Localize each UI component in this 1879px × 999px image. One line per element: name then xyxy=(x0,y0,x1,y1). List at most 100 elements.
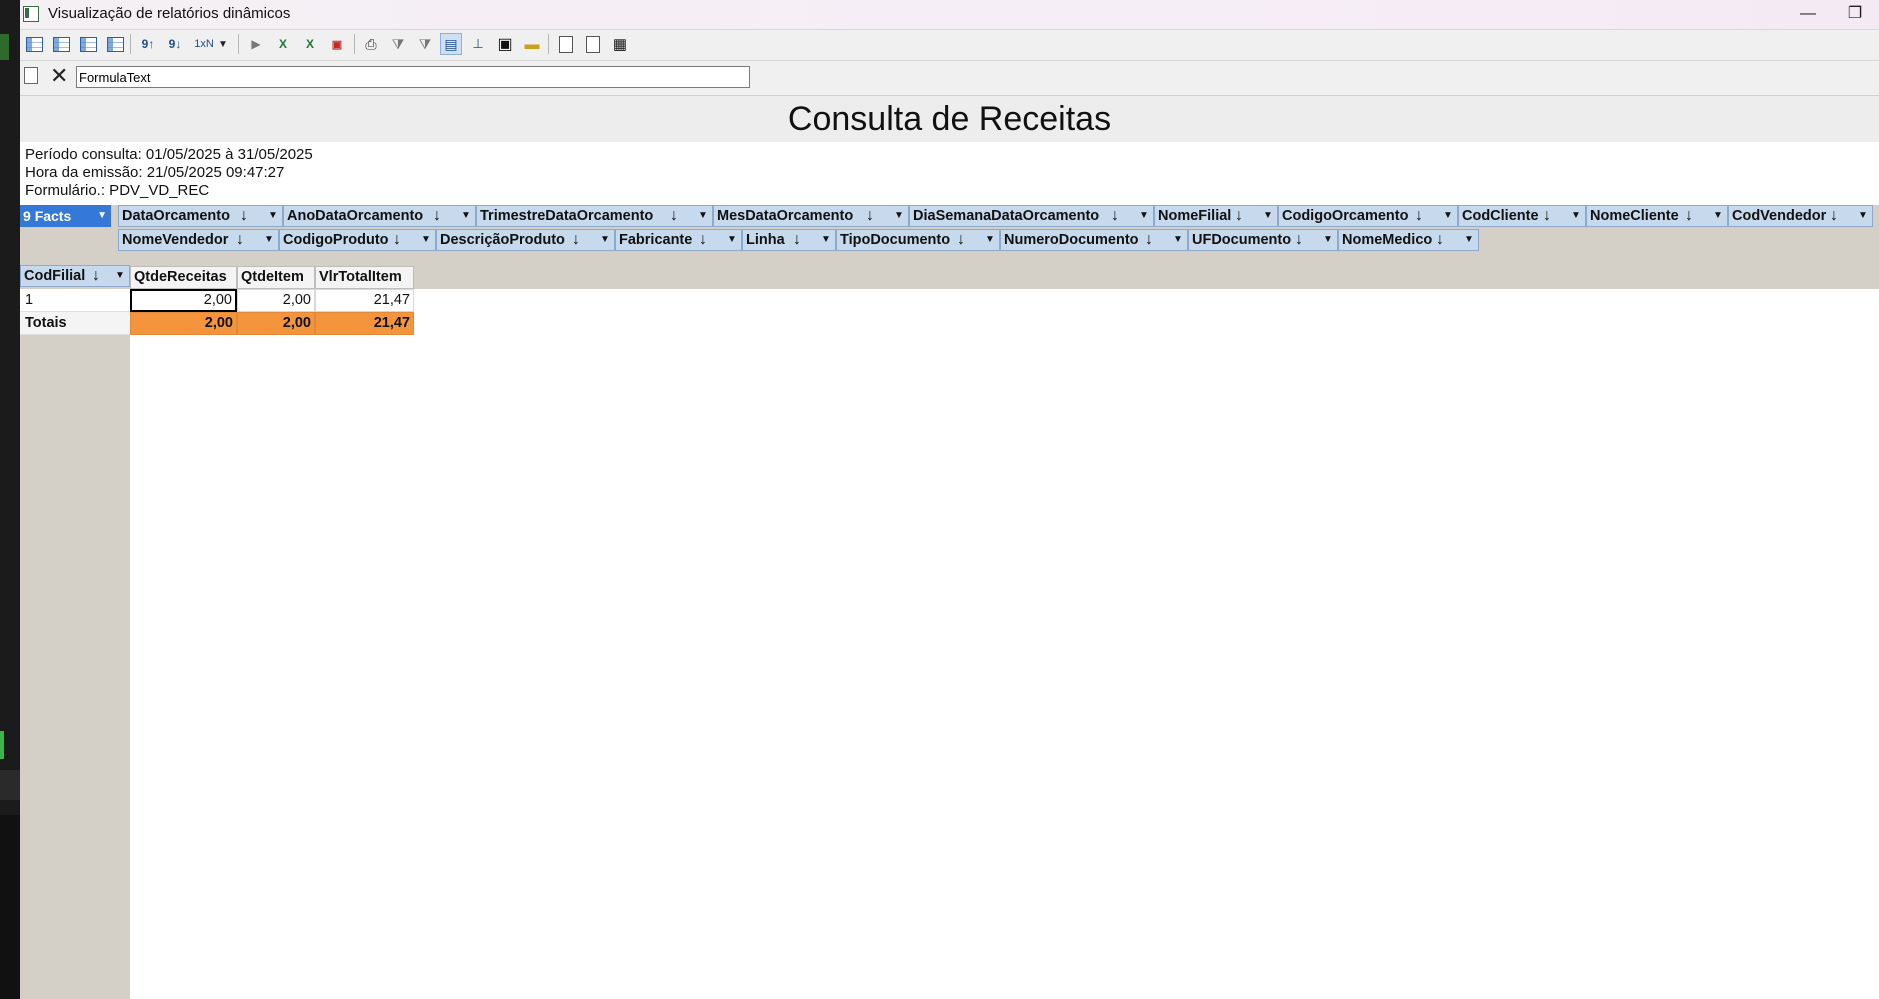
filter-field-trimestredataorcamento[interactable]: TrimestreDataOrcamento ↓ ▼ xyxy=(476,205,713,227)
filter-field-codigoorcamento[interactable]: CodigoOrcamento ↓ ▼ xyxy=(1278,205,1458,227)
minimize-button[interactable]: — xyxy=(1785,0,1831,29)
filter-field-nomemedico[interactable]: NomeMedico ↓ ▼ xyxy=(1338,229,1479,251)
facts-button[interactable]: 9 Facts ▼ xyxy=(20,205,111,227)
dropdown-arrow-icon[interactable]: ▼ xyxy=(1173,230,1183,250)
sort-arrow-icon[interactable]: ↓ xyxy=(572,230,580,250)
formula-input[interactable] xyxy=(76,66,750,88)
filter-field-ufdocumento[interactable]: UFDocumento ↓ ▼ xyxy=(1188,229,1338,251)
total-cell[interactable]: 2,00 xyxy=(130,312,237,335)
grid-report-icon[interactable] xyxy=(50,33,72,55)
tree-icon[interactable]: ⊥ xyxy=(467,33,489,55)
data-cell[interactable]: 2,00 xyxy=(237,289,315,312)
dropdown-arrow-icon[interactable]: ▼ xyxy=(268,206,278,226)
dropdown-arrow-icon[interactable]: ▼ xyxy=(1139,206,1149,226)
dropdown-arrow-icon[interactable]: ▼ xyxy=(421,230,431,250)
sort-arrow-icon[interactable]: ↓ xyxy=(699,230,707,250)
clipboard-icon[interactable]: ▦ xyxy=(609,33,631,55)
sort-arrow-icon[interactable]: ↓ xyxy=(1415,206,1423,226)
filter-field-descriçãoproduto[interactable]: DescriçãoProduto ↓ ▼ xyxy=(436,229,615,251)
page-icon[interactable] xyxy=(582,33,604,55)
dropdown-arrow-icon[interactable]: ▼ xyxy=(727,230,737,250)
sort-arrow-icon[interactable]: ↓ xyxy=(957,230,965,250)
open-folder-icon[interactable]: ▬ xyxy=(521,33,543,55)
filter-field-codvendedor[interactable]: CodVendedor ↓ ▼ xyxy=(1728,205,1873,227)
page-icon[interactable] xyxy=(555,33,577,55)
filter-field-fabricante[interactable]: Fabricante ↓ ▼ xyxy=(615,229,742,251)
dropdown-arrow-icon[interactable]: ▼ xyxy=(821,230,831,250)
pdf-export-icon[interactable]: ▣ xyxy=(326,33,348,55)
filter-field-tipodocumento[interactable]: TipoDocumento ↓ ▼ xyxy=(836,229,1000,251)
filter-field-mesdataorcamento[interactable]: MesDataOrcamento ↓ ▼ xyxy=(713,205,909,227)
dropdown-arrow-icon[interactable]: ▼ xyxy=(1323,230,1333,250)
row-label[interactable]: 1 xyxy=(20,289,130,312)
dropdown-arrow-icon[interactable]: ▼ xyxy=(1858,206,1868,226)
excel-export-icon[interactable]: X xyxy=(272,33,294,55)
data-cell[interactable]: 2,00 xyxy=(130,289,237,312)
dropdown-arrow-icon[interactable]: ▼ xyxy=(985,230,995,250)
filter-icon[interactable]: ⧩ xyxy=(387,33,409,55)
grid-report-icon[interactable] xyxy=(23,33,45,55)
sort-arrow-icon[interactable]: ↓ xyxy=(1111,206,1119,226)
dropdown-arrow-icon[interactable]: ▼ xyxy=(264,230,274,250)
filter-field-codigoproduto[interactable]: CodigoProduto ↓ ▼ xyxy=(279,229,436,251)
export-icon[interactable]: ▶ xyxy=(245,33,267,55)
filter-field-anodataorcamento[interactable]: AnoDataOrcamento ↓ ▼ xyxy=(283,205,476,227)
column-header-qtdeitem[interactable]: QtdeItem xyxy=(237,266,315,289)
filter-field-nomefilial[interactable]: NomeFilial ↓ ▼ xyxy=(1154,205,1278,227)
dropdown-arrow-icon[interactable]: ▼ xyxy=(1713,206,1723,226)
filter-field-codcliente[interactable]: CodCliente ↓ ▼ xyxy=(1458,205,1586,227)
column-header-vlrtotalitem[interactable]: VlrTotalItem xyxy=(315,266,414,289)
sort-arrow-icon[interactable]: ↓ xyxy=(866,206,874,226)
sort-arrow-icon[interactable]: ↓ xyxy=(433,206,441,226)
total-cell[interactable]: 2,00 xyxy=(237,312,315,335)
filter-field-numerodocumento[interactable]: NumeroDocumento ↓ ▼ xyxy=(1000,229,1188,251)
background-app-panel xyxy=(0,770,20,800)
dropdown-arrow-icon[interactable]: ▼ xyxy=(1443,206,1453,226)
close-icon[interactable]: ✕ xyxy=(50,65,68,87)
sort-arrow-icon[interactable]: ↓ xyxy=(1145,230,1153,250)
grid-report-icon[interactable] xyxy=(104,33,126,55)
sort-arrow-icon[interactable]: ↓ xyxy=(92,266,100,286)
dropdown-arrow-icon[interactable]: ▼ xyxy=(1464,230,1474,250)
filter-field-nomevendedor[interactable]: NomeVendedor ↓ ▼ xyxy=(118,229,279,251)
top-n-icon[interactable]: 1xN xyxy=(191,33,217,55)
excel-export-icon[interactable]: X xyxy=(299,33,321,55)
sort-ascending-icon[interactable]: 9↑ xyxy=(137,33,159,55)
dropdown-arrow-icon[interactable]: ▼ xyxy=(216,33,230,55)
layout-icon[interactable]: ▤ xyxy=(440,33,462,55)
sort-arrow-icon[interactable]: ↓ xyxy=(240,206,248,226)
dropdown-arrow-icon[interactable]: ▼ xyxy=(1263,206,1273,226)
sort-arrow-icon[interactable]: ↓ xyxy=(393,230,401,250)
data-cell[interactable]: 21,47 xyxy=(315,289,414,312)
sort-arrow-icon[interactable]: ↓ xyxy=(1830,206,1838,226)
filter-field-nomecliente[interactable]: NomeCliente ↓ ▼ xyxy=(1586,205,1728,227)
sort-arrow-icon[interactable]: ↓ xyxy=(670,206,678,226)
total-cell[interactable]: 21,47 xyxy=(315,312,414,335)
column-header-qtdereceitas[interactable]: QtdeReceitas xyxy=(130,266,237,289)
dropdown-arrow-icon[interactable]: ▼ xyxy=(600,230,610,250)
clear-filter-icon[interactable]: ⧩ xyxy=(414,33,436,55)
sort-arrow-icon[interactable]: ↓ xyxy=(1235,206,1243,226)
filter-field-linha[interactable]: Linha ↓ ▼ xyxy=(742,229,836,251)
sort-arrow-icon[interactable]: ↓ xyxy=(793,230,801,250)
filter-field-diasemanadataorcamento[interactable]: DiaSemanaDataOrcamento ↓ ▼ xyxy=(909,205,1154,227)
sort-arrow-icon[interactable]: ↓ xyxy=(236,230,244,250)
dropdown-arrow-icon[interactable]: ▼ xyxy=(698,206,708,226)
dropdown-arrow-icon[interactable]: ▼ xyxy=(97,205,107,227)
dropdown-arrow-icon[interactable]: ▼ xyxy=(894,206,904,226)
save-icon[interactable]: ▣ xyxy=(494,33,516,55)
sort-arrow-icon[interactable]: ↓ xyxy=(1543,206,1551,226)
sort-arrow-icon[interactable]: ↓ xyxy=(1295,230,1303,250)
restore-button[interactable]: ❐ xyxy=(1832,0,1878,29)
dropdown-arrow-icon[interactable]: ▼ xyxy=(461,206,471,226)
dropdown-arrow-icon[interactable]: ▼ xyxy=(115,266,125,286)
grid-report-icon[interactable] xyxy=(77,33,99,55)
sort-descending-icon[interactable]: 9↓ xyxy=(164,33,186,55)
row-field-header[interactable]: CodFilial ↓ ▼ xyxy=(20,265,130,287)
sort-arrow-icon[interactable]: ↓ xyxy=(1685,206,1693,226)
sort-arrow-icon[interactable]: ↓ xyxy=(1436,230,1444,250)
new-document-icon[interactable] xyxy=(24,67,38,84)
print-icon[interactable]: ⎙ xyxy=(360,33,382,55)
dropdown-arrow-icon[interactable]: ▼ xyxy=(1571,206,1581,226)
filter-field-dataorcamento[interactable]: DataOrcamento ↓ ▼ xyxy=(118,205,283,227)
